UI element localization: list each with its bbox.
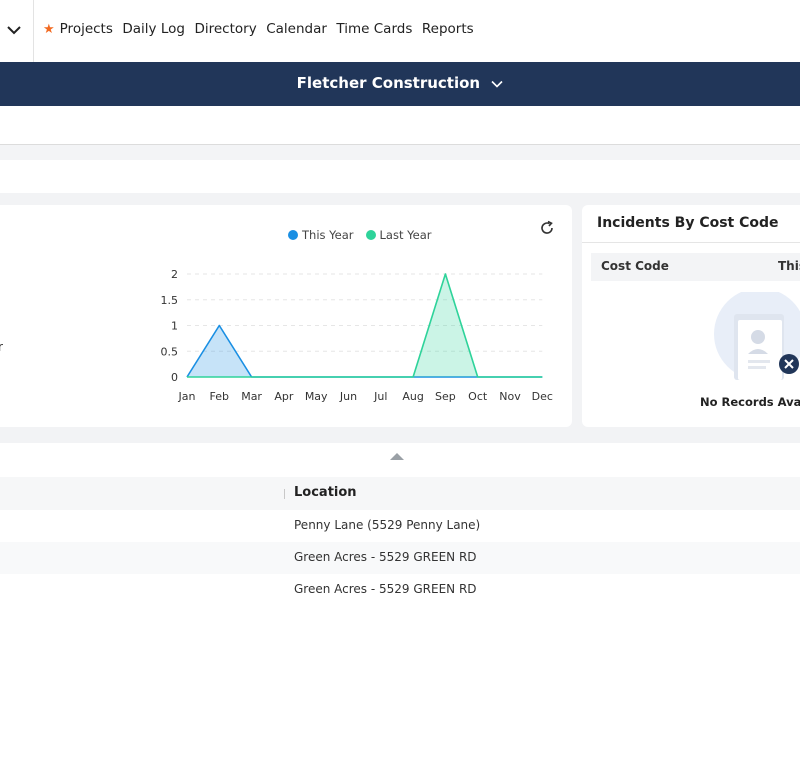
x-tick-label: Jun (339, 390, 357, 403)
caret-up-icon (390, 453, 404, 460)
company-banner: Fletcher Construction (0, 62, 800, 106)
top-nav: ★ Projects Daily Log Directory Calendar … (0, 0, 800, 62)
column-header-location[interactable]: Location (294, 485, 357, 500)
x-tick-label: Feb (210, 390, 229, 403)
y-tick-label: 0.5 (161, 345, 179, 358)
x-tick-label: Apr (274, 390, 294, 403)
x-tick-label: Mar (241, 390, 262, 403)
x-tick-label: Sep (435, 390, 456, 403)
y-tick-label: 1.5 (161, 294, 179, 307)
chevron-down-icon (491, 80, 503, 88)
y-tick-label: 2 (171, 268, 178, 281)
table-row[interactable]: Penny Lane (5529 Penny Lane) (0, 510, 800, 542)
y-tick-label: 1 (171, 320, 178, 333)
x-tick-label: Oct (468, 390, 488, 403)
nav-link-daily-log[interactable]: Daily Log (122, 21, 185, 37)
x-tick-label: Aug (402, 390, 423, 403)
location-cell: Green Acres - 5529 GREEN RD (294, 582, 477, 596)
card-title: Incidents By Cost Code (597, 215, 779, 231)
column-header-this[interactable]: This (778, 259, 800, 273)
x-tick-label: May (305, 390, 328, 403)
nav-link-calendar[interactable]: Calendar (266, 21, 327, 37)
chart-legend: This Year Last Year (288, 228, 443, 242)
collapse-button[interactable] (375, 443, 419, 473)
location-cell: Green Acres - 5529 GREEN RD (294, 550, 477, 564)
legend-dot-last-year (365, 230, 376, 240)
x-tick-label: Nov (499, 390, 521, 403)
empty-state-text: No Records Availa (700, 395, 800, 409)
empty-document-icon (714, 292, 800, 380)
incidents-area-chart: 0 0.5 1 1.5 2 Jan Feb Mar Apr May Jun Jul Aug Sep Oct N… (161, 268, 553, 403)
company-name: Fletcher Construction (296, 74, 481, 92)
legend-dot-this-year (288, 230, 298, 240)
y-tick-label: 0 (171, 371, 178, 384)
x-tick-label: Jul (373, 390, 387, 403)
legend-label: Last Year (379, 228, 432, 242)
table-row[interactable]: Green Acres - 5529 GREEN RD (0, 542, 800, 574)
nav-link-reports[interactable]: Reports (422, 21, 474, 37)
x-tick-label: Jan (178, 390, 196, 403)
chevron-down-icon[interactable] (6, 22, 22, 38)
card-divider (582, 242, 800, 243)
legend-this-year[interactable]: This Year (288, 228, 354, 242)
legend-last-year[interactable]: Last Year (365, 228, 432, 242)
location-cell: Penny Lane (5529 Penny Lane) (294, 518, 481, 532)
clipped-label: r (0, 340, 3, 354)
column-header-cost-code[interactable]: Cost Code (601, 259, 669, 273)
nav-link-projects[interactable]: Projects (60, 21, 113, 37)
table-header: Location (0, 477, 800, 510)
nav-divider (33, 0, 34, 62)
column-resize-handle[interactable] (284, 489, 285, 499)
star-icon: ★ (43, 21, 55, 37)
table-row[interactable]: Green Acres - 5529 GREEN RD (0, 574, 800, 606)
x-tick-label: Dec (532, 390, 553, 403)
company-selector[interactable]: Fletcher Construction (0, 74, 800, 92)
nav-links: ★ Projects Daily Log Directory Calendar … (43, 21, 483, 37)
cost-code-table-header: Cost Code This (591, 253, 800, 281)
refresh-icon[interactable] (539, 220, 555, 236)
section-spacer (0, 145, 800, 160)
nav-link-time-cards[interactable]: Time Cards (336, 21, 412, 37)
nav-link-directory[interactable]: Directory (194, 21, 256, 37)
legend-label: This Year (302, 228, 354, 242)
